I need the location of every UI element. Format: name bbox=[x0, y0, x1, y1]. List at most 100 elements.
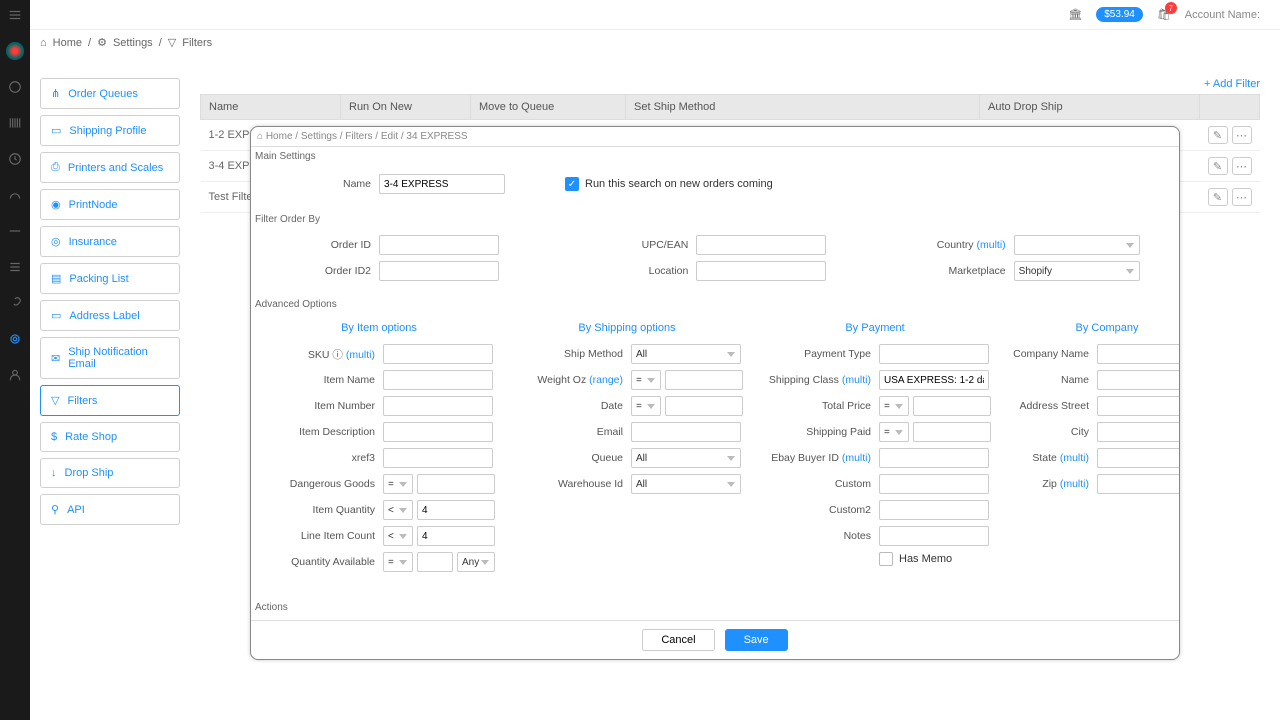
date-input[interactable] bbox=[665, 396, 743, 416]
sku-multi-link[interactable]: (multi) bbox=[346, 349, 375, 361]
more-icon[interactable]: ⋯ bbox=[1232, 188, 1252, 206]
menu-packing-list[interactable]: ▤Packing List bbox=[40, 263, 180, 294]
clock-icon[interactable] bbox=[6, 150, 24, 168]
spaid-op-select[interactable]: = bbox=[879, 422, 909, 442]
menu-printnode[interactable]: ◉PrintNode bbox=[40, 189, 180, 220]
logo-icon[interactable] bbox=[6, 42, 24, 60]
lic-input[interactable] bbox=[417, 526, 495, 546]
menu-printers[interactable]: ⎙Printers and Scales bbox=[40, 152, 180, 183]
hasmemo-checkbox[interactable] bbox=[879, 552, 893, 566]
shipmethod-select[interactable]: All bbox=[631, 344, 741, 364]
cname-input[interactable] bbox=[1097, 344, 1179, 364]
more-icon[interactable]: ⋯ bbox=[1232, 157, 1252, 175]
menu-ship-email[interactable]: ✉Ship Notification Email bbox=[40, 337, 180, 379]
tprice-op-select[interactable]: = bbox=[879, 396, 909, 416]
th-move[interactable]: Move to Queue bbox=[471, 95, 626, 120]
qty-op-select[interactable]: < bbox=[383, 500, 413, 520]
menu-icon[interactable] bbox=[6, 6, 24, 24]
ebay-input[interactable] bbox=[879, 448, 989, 468]
itemdesc-input[interactable] bbox=[383, 422, 493, 442]
more-icon[interactable]: ⋯ bbox=[1232, 126, 1252, 144]
list-icon[interactable] bbox=[6, 258, 24, 276]
itemnum-input[interactable] bbox=[383, 396, 493, 416]
orderid2-input[interactable] bbox=[379, 261, 499, 281]
save-button[interactable]: Save bbox=[725, 629, 788, 651]
sclass-multi-link[interactable]: (multi) bbox=[842, 374, 871, 386]
dashboard-icon[interactable] bbox=[6, 78, 24, 96]
ebay-multi-link[interactable]: (multi) bbox=[842, 452, 871, 464]
menu-address-label[interactable]: ▭Address Label bbox=[40, 300, 180, 331]
upc-input[interactable] bbox=[696, 235, 826, 255]
weight-range-link[interactable]: (range) bbox=[589, 374, 623, 386]
th-run[interactable]: Run On New bbox=[341, 95, 471, 120]
country-select[interactable] bbox=[1014, 235, 1140, 255]
qavail-input[interactable] bbox=[417, 552, 453, 572]
cancel-button[interactable]: Cancel bbox=[642, 629, 714, 651]
country-multi-link[interactable]: (multi) bbox=[976, 239, 1005, 251]
menu-order-queues[interactable]: ⋔Order Queues bbox=[40, 78, 180, 109]
topbar: 🏛 $53.94 🛍 Account Name: bbox=[30, 0, 1280, 30]
spaid-input[interactable] bbox=[913, 422, 991, 442]
dangerous-op-select[interactable]: = bbox=[383, 474, 413, 494]
home-icon[interactable]: ⌂ bbox=[40, 37, 47, 49]
menu-api[interactable]: ⚲API bbox=[40, 494, 180, 525]
crumb-home[interactable]: Home bbox=[53, 37, 82, 49]
zip-multi-link[interactable]: (multi) bbox=[1060, 478, 1089, 490]
ptype-input[interactable] bbox=[879, 344, 989, 364]
user-icon[interactable] bbox=[6, 366, 24, 384]
edit-icon[interactable]: ✎ bbox=[1208, 157, 1228, 175]
orderid-input[interactable] bbox=[379, 235, 499, 255]
dangerous-input[interactable] bbox=[417, 474, 495, 494]
wh-select[interactable]: All bbox=[631, 474, 741, 494]
th-name[interactable]: Name bbox=[201, 95, 341, 120]
sku-input[interactable] bbox=[383, 344, 493, 364]
location-input[interactable] bbox=[696, 261, 826, 281]
menu-insurance[interactable]: ◎Insurance bbox=[40, 226, 180, 257]
marketplace-select[interactable]: Shopify bbox=[1014, 261, 1140, 281]
qavail-any-select[interactable]: Any bbox=[457, 552, 495, 572]
bank-icon[interactable]: 🏛 bbox=[1068, 8, 1082, 21]
menu-shipping-profile[interactable]: ▭Shipping Profile bbox=[40, 115, 180, 146]
weight-input[interactable] bbox=[665, 370, 743, 390]
edit-icon[interactable]: ✎ bbox=[1208, 188, 1228, 206]
xref3-input[interactable] bbox=[383, 448, 493, 468]
weight-op-select[interactable]: = bbox=[631, 370, 661, 390]
add-filter-link[interactable]: + Add Filter bbox=[200, 78, 1260, 90]
state-multi-link[interactable]: (multi) bbox=[1060, 452, 1089, 464]
tag-icon[interactable] bbox=[6, 222, 24, 240]
name-input[interactable] bbox=[379, 174, 505, 194]
run-on-new-checkbox[interactable] bbox=[565, 177, 579, 191]
city-input[interactable] bbox=[1097, 422, 1179, 442]
crumb-filters[interactable]: Filters bbox=[182, 37, 212, 49]
date-op-select[interactable]: = bbox=[631, 396, 661, 416]
custom-input[interactable] bbox=[879, 474, 989, 494]
menu-rate-shop[interactable]: $Rate Shop bbox=[40, 422, 180, 452]
th-ship[interactable]: Set Ship Method bbox=[626, 95, 980, 120]
menu-drop-ship[interactable]: ↓Drop Ship bbox=[40, 458, 180, 488]
barcode-icon[interactable] bbox=[6, 114, 24, 132]
notes-input[interactable] bbox=[879, 526, 989, 546]
email-input[interactable] bbox=[631, 422, 741, 442]
zip-input[interactable] bbox=[1097, 474, 1179, 494]
th-auto[interactable]: Auto Drop Ship bbox=[980, 95, 1200, 120]
queue-select[interactable]: All bbox=[631, 448, 741, 468]
custom2-input[interactable] bbox=[879, 500, 989, 520]
qty-input[interactable] bbox=[417, 500, 495, 520]
link-icon[interactable] bbox=[6, 294, 24, 312]
gauge-icon[interactable] bbox=[6, 186, 24, 204]
itemname-input[interactable] bbox=[383, 370, 493, 390]
edit-icon[interactable]: ✎ bbox=[1208, 126, 1228, 144]
state-input[interactable] bbox=[1097, 448, 1179, 468]
tprice-input[interactable] bbox=[913, 396, 991, 416]
sclass-input[interactable] bbox=[879, 370, 989, 390]
pname-input[interactable] bbox=[1097, 370, 1179, 390]
qavail-op-select[interactable]: = bbox=[383, 552, 413, 572]
crumb-settings[interactable]: Settings bbox=[113, 37, 153, 49]
cart-icon[interactable]: 🛍 bbox=[1157, 8, 1171, 21]
street-input[interactable] bbox=[1097, 396, 1179, 416]
modal-footer: Cancel Save bbox=[251, 620, 1179, 659]
lic-op-select[interactable]: < bbox=[383, 526, 413, 546]
menu-filters[interactable]: ▽Filters bbox=[40, 385, 180, 416]
balance-pill[interactable]: $53.94 bbox=[1096, 7, 1143, 22]
settings-icon[interactable] bbox=[6, 330, 24, 348]
